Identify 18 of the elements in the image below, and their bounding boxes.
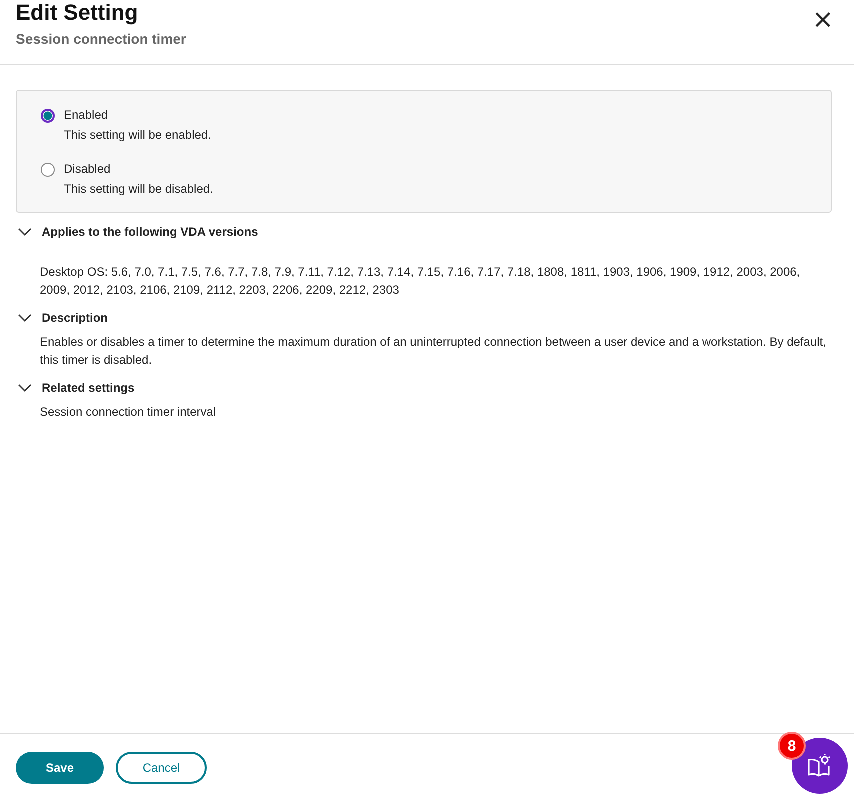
cancel-button[interactable]: Cancel <box>116 752 207 784</box>
option-hint: This setting will be enabled. <box>64 128 212 142</box>
section-toggle[interactable]: Description <box>16 309 832 327</box>
option-label: Enabled <box>64 108 110 122</box>
radio-button[interactable] <box>41 109 55 123</box>
section-toggle[interactable]: Related settings <box>16 379 832 397</box>
option-hint: This setting will be disabled. <box>64 182 214 196</box>
dialog-subtitle: Session connection timer <box>16 31 186 47</box>
section-text: Desktop OS: 5.6, 7.0, 7.1, 7.5, 7.6, 7.7, 7.8, 7.9, 7.11, 7.12, 7.13, 7.14, 7.15, 7.16, 7.17, 7.18, 1808, 1811, 1903, 1906, 1909, 1912, 2003, 2006, 2009, 2012, 2103, 2106, 2109, 2112, 2203, 2206, 2209, 2212, 2303 <box>39 264 802 299</box>
notification-badge: 8 <box>778 732 806 760</box>
dialog-title: Edit Setting <box>16 0 140 26</box>
save-button[interactable]: Save <box>16 752 104 784</box>
option-label: Disabled <box>64 162 112 176</box>
close-button[interactable]: × <box>808 8 838 32</box>
section-text: Enables or disables a timer to determine the maximum duration of an uninterrupted connection between a user device and a workstation. By default, this timer is disabled. <box>39 334 828 369</box>
section-text: Session connection timer interval <box>39 404 218 421</box>
radio-button[interactable] <box>41 163 55 177</box>
section-toggle[interactable]: Applies to the following VDA versions <box>16 223 832 241</box>
